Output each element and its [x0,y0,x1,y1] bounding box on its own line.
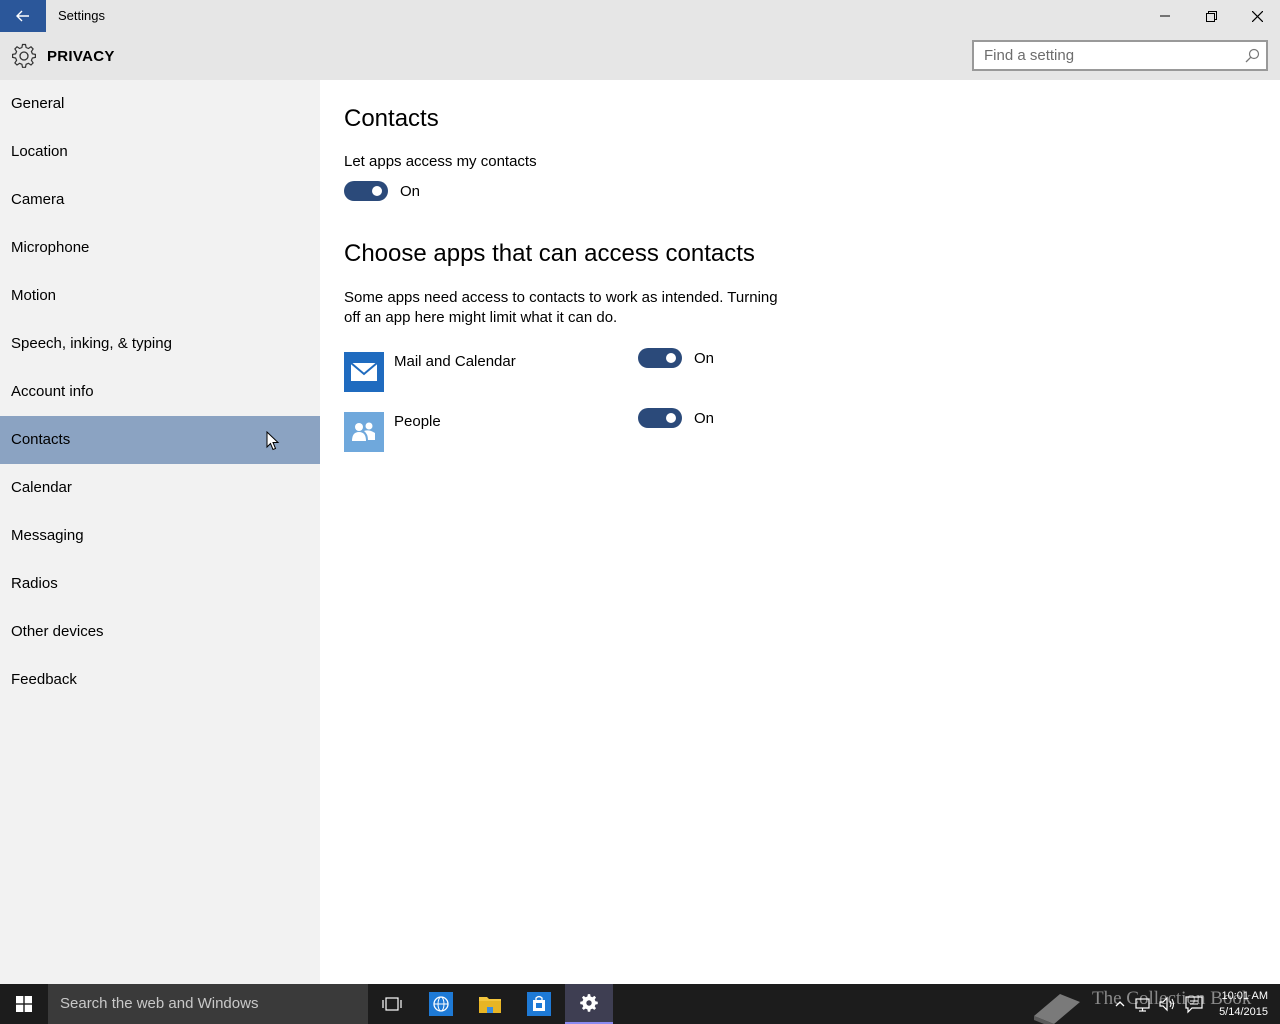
sidebar-item-radios[interactable]: Radios [0,560,320,608]
sidebar-item-account-info[interactable]: Account info [0,368,320,416]
clock-date: 5/14/2015 [1219,1006,1268,1018]
page-header: PRIVACY [0,32,1280,80]
sidebar-item-feedback[interactable]: Feedback [0,656,320,704]
search-icon[interactable] [1245,48,1260,63]
settings-taskbar-button[interactable] [565,984,613,1024]
windows-logo-icon [16,996,32,1012]
browser-taskbar-button[interactable] [417,984,465,1024]
network-icon[interactable] [1133,994,1153,1014]
sidebar-item-calendar[interactable]: Calendar [0,464,320,512]
volume-icon[interactable] [1157,994,1177,1014]
search-input[interactable] [974,42,1234,69]
restore-button[interactable] [1188,0,1234,32]
sidebar-item-motion[interactable]: Motion [0,272,320,320]
mail-app-tile [344,352,384,392]
store-taskbar-button[interactable] [515,984,563,1024]
window-title: Settings [58,8,105,23]
back-arrow-icon [16,10,29,22]
taskbar-search-box[interactable]: Search the web and Windows [48,984,368,1024]
sidebar-item-general[interactable]: General [0,80,320,128]
action-center-icon[interactable] [1184,994,1204,1014]
toggle-knob [666,353,676,363]
back-button[interactable] [0,0,46,32]
master-toggle-label: Let apps access my contacts [344,153,537,170]
sidebar-item-messaging[interactable]: Messaging [0,512,320,560]
people-app-tile [344,412,384,452]
gear-icon [12,43,36,68]
mouse-cursor-icon [266,431,280,451]
folder-icon [479,997,501,1013]
apps-description: Some apps need access to contacts to wor… [344,289,778,326]
file-explorer-button[interactable] [466,984,514,1024]
app-name: People [394,413,441,430]
people-toggle-state: On [694,410,715,427]
globe-icon [429,992,453,1016]
sidebar-item-other-devices[interactable]: Other devices [0,608,320,656]
toggle-knob [666,413,676,423]
start-button[interactable] [0,984,48,1024]
master-toggle-state: On [400,183,421,200]
title-bar: Settings [0,0,1280,32]
close-icon [1251,10,1263,22]
taskbar-search-placeholder: Search the web and Windows [60,995,259,1012]
mail-calendar-toggle[interactable] [638,348,682,368]
minimize-button[interactable] [1142,0,1188,32]
sidebar: General Location Camera Microphone Motio… [0,80,320,984]
people-icon [352,422,375,441]
section-heading: Contacts [344,105,439,132]
task-view-icon [382,997,402,1011]
people-toggle[interactable] [638,408,682,428]
master-toggle-switch[interactable] [344,181,388,201]
mail-calendar-toggle-state: On [694,350,715,367]
restore-icon [1205,10,1217,22]
app-name: Mail and Calendar [394,353,516,370]
find-setting-search[interactable] [972,40,1268,71]
toggle-knob [372,186,382,196]
gear-icon [580,994,598,1012]
sidebar-item-speech[interactable]: Speech, inking, & typing [0,320,320,368]
sidebar-item-microphone[interactable]: Microphone [0,224,320,272]
store-icon [527,992,551,1016]
clock-time: 10:01 AM [1221,990,1268,1002]
task-view-button[interactable] [368,984,416,1024]
book-watermark-icon [1034,994,1080,1024]
apps-heading: Choose apps that can access contacts [344,240,755,267]
sidebar-item-camera[interactable]: Camera [0,176,320,224]
main-content: Contacts Let apps access my contacts On … [320,80,1280,984]
page-title: PRIVACY [47,48,115,65]
close-button[interactable] [1234,0,1280,32]
minimize-icon [1160,15,1170,17]
mail-icon [350,362,378,381]
system-clock[interactable]: 10:01 AM 5/14/2015 [1210,988,1268,1020]
taskbar: Search the web and Windows The Collectio… [0,984,1280,1024]
sidebar-item-location[interactable]: Location [0,128,320,176]
chevron-up-icon[interactable] [1110,994,1130,1014]
